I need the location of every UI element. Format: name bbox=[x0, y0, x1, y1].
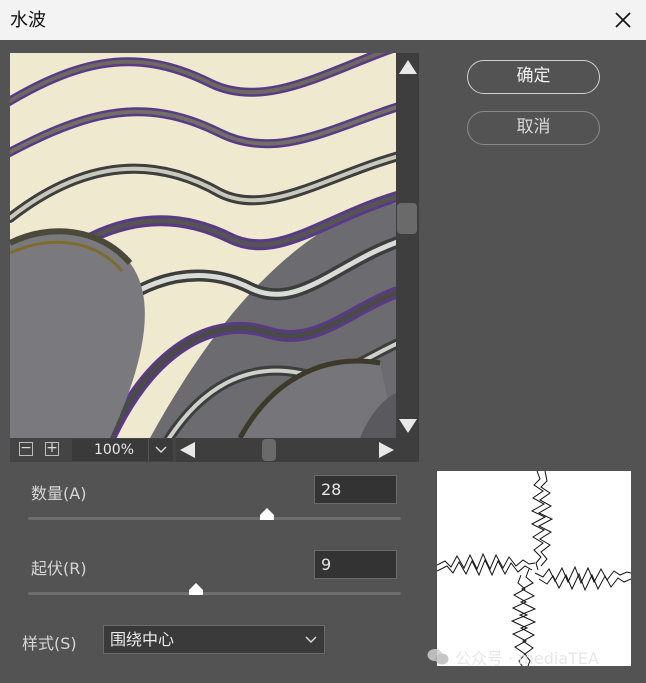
triangle-left-icon[interactable] bbox=[180, 442, 195, 458]
ripple-style-thumbnail bbox=[437, 471, 631, 666]
preview-vertical-scrollbar[interactable] bbox=[396, 53, 419, 462]
wechat-icon bbox=[427, 649, 449, 665]
horizontal-scroll-thumb[interactable] bbox=[262, 439, 276, 461]
triangle-down-icon[interactable] bbox=[399, 419, 417, 433]
chevron-down-icon bbox=[305, 636, 317, 643]
zoom-level-field[interactable]: 100% bbox=[72, 439, 156, 461]
zoom-dropdown-button[interactable] bbox=[148, 439, 173, 461]
ok-button[interactable]: 确定 bbox=[467, 60, 600, 94]
zoom-out-button[interactable]: − bbox=[19, 441, 33, 456]
amount-input[interactable]: 28 bbox=[314, 475, 397, 504]
ridges-slider-track[interactable] bbox=[28, 583, 401, 595]
zoom-in-button[interactable]: + bbox=[45, 441, 59, 456]
chevron-down-icon bbox=[155, 446, 167, 453]
title-bar: 水波 bbox=[0, 0, 646, 40]
ridges-label: 起伏(R) bbox=[31, 559, 87, 578]
triangle-right-icon[interactable] bbox=[379, 442, 394, 458]
watermark: 公众号 · mediaTEA bbox=[427, 645, 599, 669]
cancel-button[interactable]: 取消 bbox=[467, 111, 600, 145]
preview-horizontal-scrollbar[interactable] bbox=[176, 438, 396, 462]
style-selected-value: 围绕中心 bbox=[110, 630, 175, 649]
style-label: 样式(S) bbox=[22, 634, 77, 653]
watermark-text: 公众号 · mediaTEA bbox=[455, 649, 599, 668]
style-select[interactable]: 围绕中心 bbox=[103, 625, 325, 654]
dialog-title: 水波 bbox=[10, 10, 46, 31]
triangle-up-icon[interactable] bbox=[399, 60, 417, 74]
close-icon bbox=[615, 12, 631, 28]
preview-zoom-bar: − + 100% bbox=[10, 438, 396, 462]
amount-slider-track[interactable] bbox=[28, 508, 401, 520]
close-button[interactable] bbox=[600, 0, 646, 40]
amount-label: 数量(A) bbox=[31, 484, 87, 503]
vertical-scroll-thumb[interactable] bbox=[397, 203, 417, 234]
filter-preview-image[interactable] bbox=[10, 53, 396, 438]
ridges-input[interactable]: 9 bbox=[314, 550, 397, 579]
